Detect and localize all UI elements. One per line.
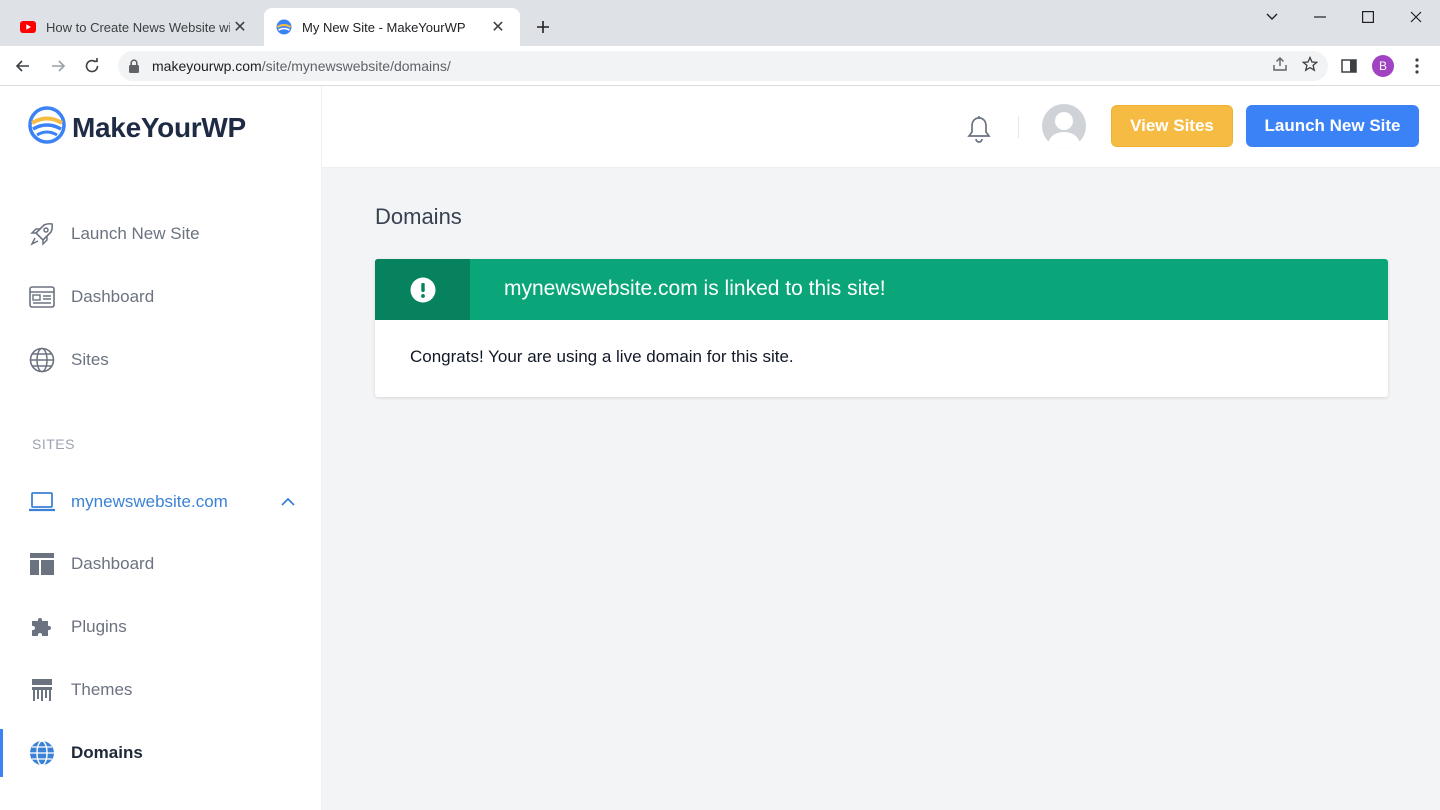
exclamation-circle-icon [410,277,435,302]
notifications-button[interactable] [964,114,994,144]
sidebar-item-site-dashboard[interactable]: Dashboard [0,540,322,588]
minimize-button[interactable] [1296,0,1344,34]
logo-text: MakeYourWP [72,111,246,143]
makeyourwp-logo-icon [28,106,66,149]
puzzle-icon [28,613,56,641]
paintbrush-icon [28,676,56,704]
sidebar-item-label: Domains [71,743,143,762]
side-panel-button[interactable] [1335,52,1363,80]
chevron-down-icon [1266,13,1278,20]
plus-icon [537,21,549,33]
new-tab-button[interactable] [530,14,556,40]
arrow-right-icon [52,60,66,72]
laptop-icon [28,488,56,516]
sidebar-item-label: Dashboard [71,287,155,306]
close-icon[interactable]: ✕ [488,17,508,37]
bookmark-star-icon[interactable] [1301,55,1319,77]
maximize-icon [1362,11,1374,23]
youtube-icon [20,19,36,35]
domain-status-card: mynewswebsite.com is linked to this site… [375,259,1388,397]
globe-icon [28,346,56,374]
sidebar-item-launch-new-site[interactable]: Launch New Site [0,210,322,258]
view-sites-button[interactable]: View Sites [1111,105,1233,147]
makeyourwp-icon [276,19,292,35]
profile-button[interactable]: B [1369,52,1397,80]
sidebar-item-dashboard[interactable]: Dashboard [0,273,322,321]
url-host: makeyourwp.com [152,58,262,74]
sidebar-item-label: Themes [71,680,133,699]
bell-icon [967,116,991,143]
side-panel-icon [1341,59,1357,73]
alert-body-text: Congrats! Your are using a live domain f… [410,347,794,366]
reload-button[interactable] [78,52,106,80]
logo[interactable]: MakeYourWP [28,106,246,149]
browser-toolbar: makeyourwp.com/site/mynewswebsite/domain… [0,46,1440,86]
address-bar[interactable]: makeyourwp.com/site/mynewswebsite/domain… [118,51,1328,81]
user-avatar[interactable] [1042,104,1086,148]
tab-search-button[interactable] [1248,0,1296,34]
minimize-icon [1314,16,1326,18]
sidebar: MakeYourWP Launch New Site Dashboard Sit… [0,86,322,810]
launch-new-site-button[interactable]: Launch New Site [1246,105,1419,147]
alert-message: mynewswebsite.com is linked to this site… [504,277,886,300]
sidebar-item-site-mynewswebsite[interactable]: mynewswebsite.com [0,478,322,526]
reload-icon [85,58,99,73]
window-controls [1248,0,1440,34]
profile-avatar: B [1372,55,1394,77]
layout-icon [28,550,56,578]
close-window-button[interactable] [1392,0,1440,34]
forward-button[interactable] [44,52,72,80]
success-banner: mynewswebsite.com is linked to this site… [375,259,1388,320]
close-icon[interactable]: ✕ [230,17,250,37]
browser-tab-youtube[interactable]: How to Create News Website wit ✕ [8,8,262,46]
header-divider [1018,116,1019,138]
sidebar-item-label: Plugins [71,617,127,636]
rocket-icon [28,220,56,248]
browser-menu-button[interactable] [1403,52,1431,80]
arrow-left-icon [15,60,29,72]
sidebar-item-domains[interactable]: Domains [0,729,322,777]
tab-title: How to Create News Website wit [46,19,230,35]
sidebar-item-sites[interactable]: Sites [0,336,322,384]
section-label-sites: SITES [32,436,75,452]
back-button[interactable] [9,52,37,80]
more-vert-icon [1415,58,1419,74]
lock-icon[interactable] [128,58,144,74]
browser-tab-makeyourwp[interactable]: My New Site - MakeYourWP ✕ [264,8,520,46]
url-text[interactable]: makeyourwp.com/site/mynewswebsite/domain… [152,58,451,74]
globe-icon [28,739,56,767]
url-path: /site/mynewswebsite/domains/ [261,58,451,74]
alert-icon-block [375,259,470,320]
share-icon[interactable] [1272,56,1288,77]
chevron-up-icon[interactable] [276,490,300,514]
tab-title: My New Site - MakeYourWP [302,19,466,35]
browser-tab-strip: How to Create News Website wit ✕ My New … [0,0,1440,46]
app-header: View Sites Launch New Site [322,86,1440,168]
page-title: Domains [375,204,462,229]
user-icon [1047,112,1081,148]
sidebar-item-themes[interactable]: Themes [0,666,322,714]
sidebar-item-label: mynewswebsite.com [71,492,228,511]
sidebar-item-label: Dashboard [71,554,155,573]
dashboard-icon [28,283,56,311]
close-icon [1410,11,1422,23]
sidebar-item-label: Sites [71,350,109,369]
sidebar-item-label: Launch New Site [71,224,200,243]
maximize-button[interactable] [1344,0,1392,34]
sidebar-item-plugins[interactable]: Plugins [0,603,322,651]
